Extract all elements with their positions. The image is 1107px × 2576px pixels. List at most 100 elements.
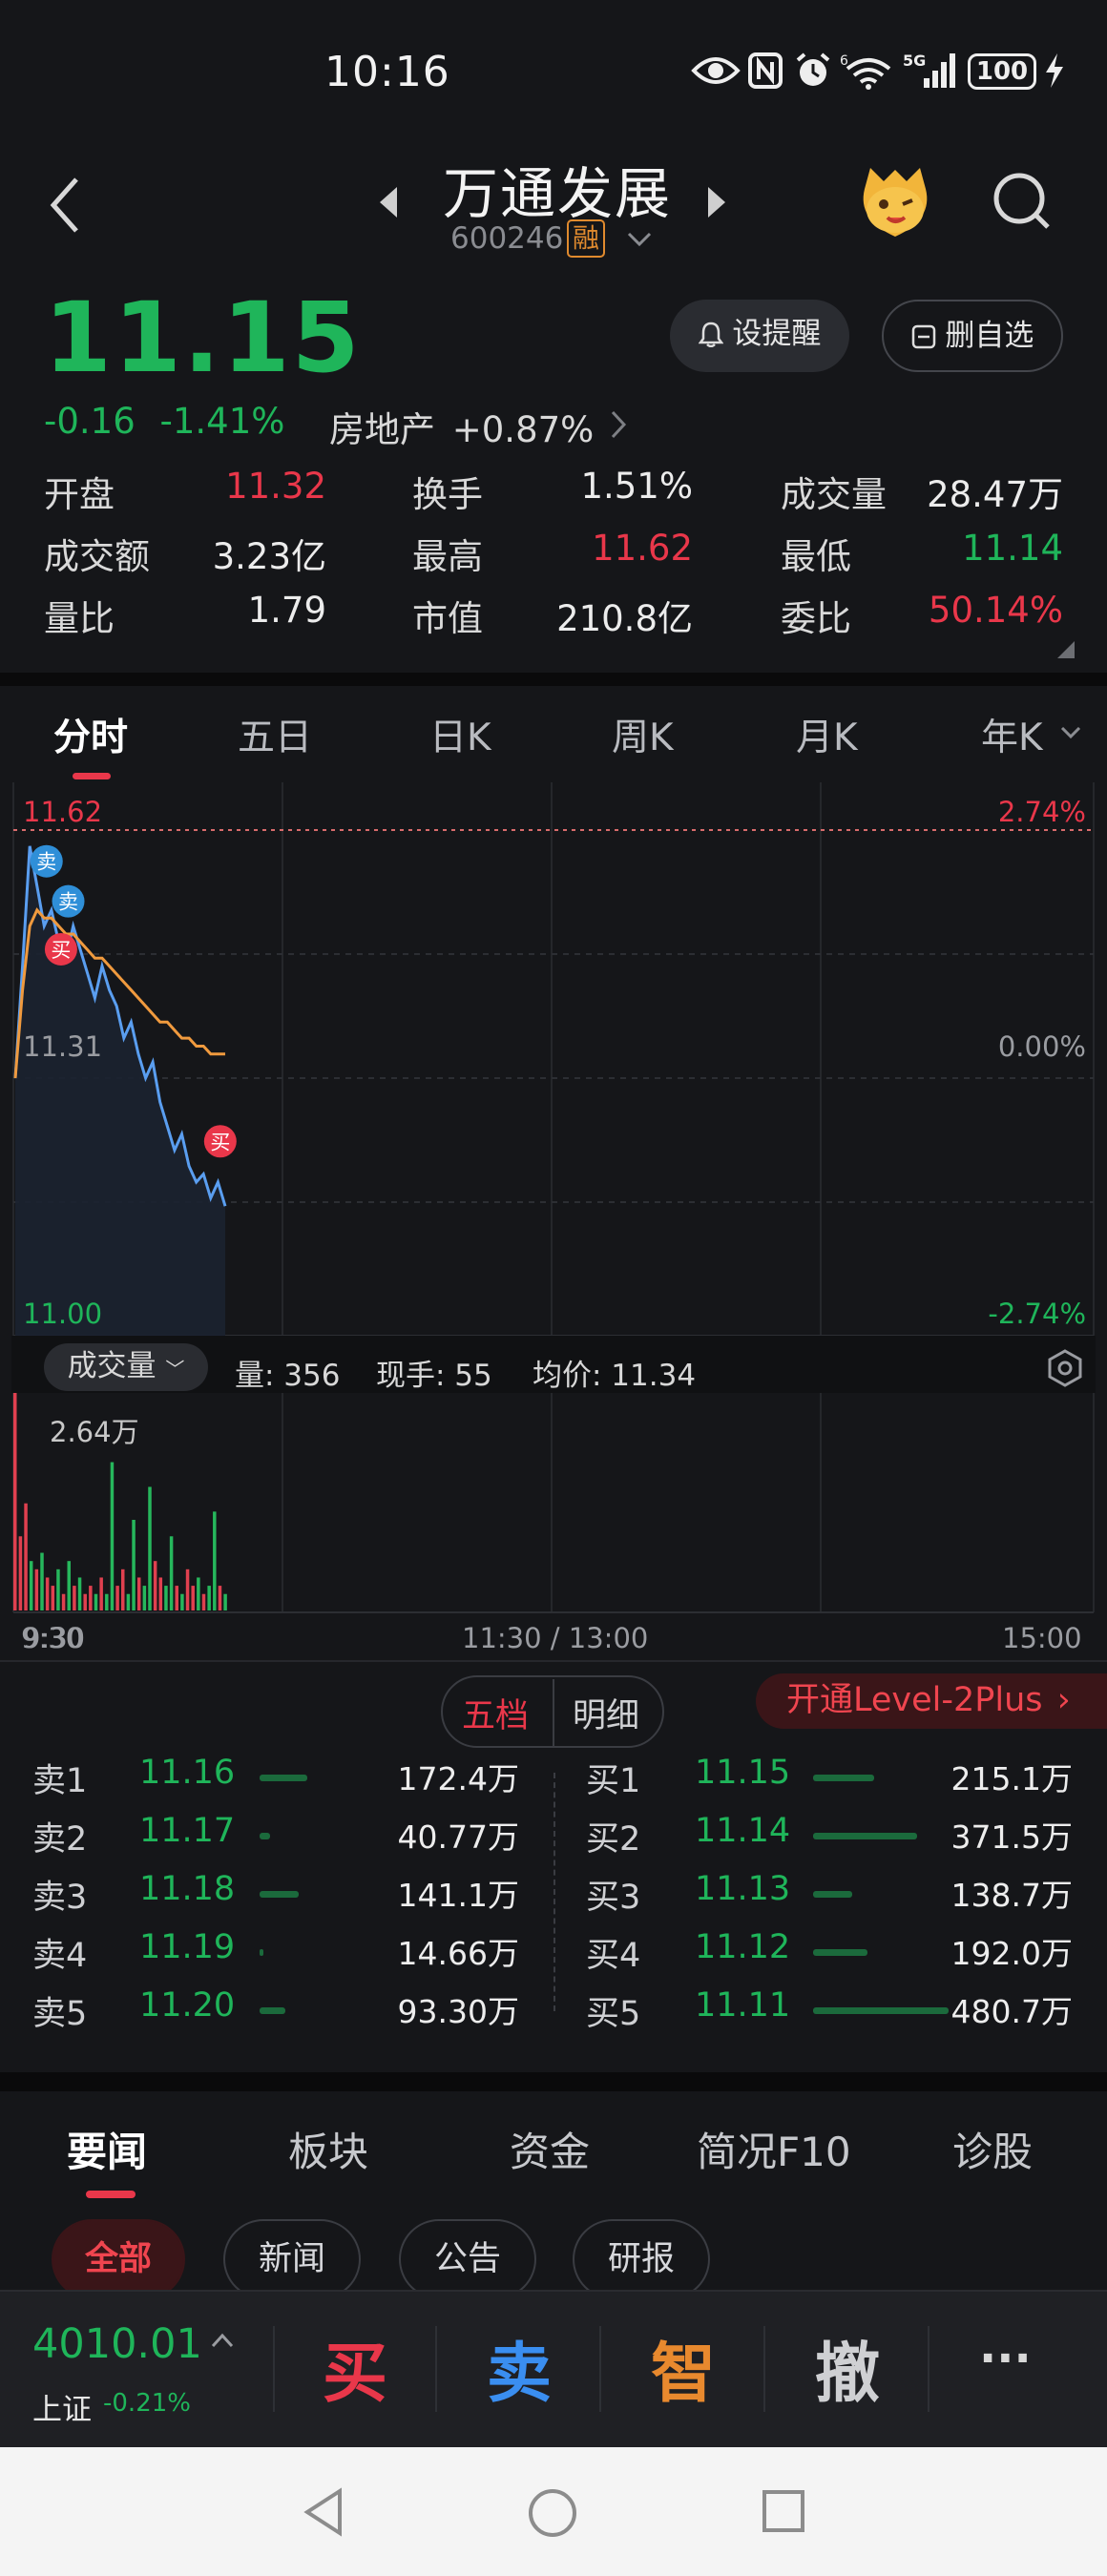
volume-bar — [158, 1577, 163, 1610]
tab-detail[interactable]: 明细 — [573, 1689, 639, 1737]
buy-level-price[interactable]: 11.12 — [695, 1928, 790, 1966]
nav-recents-icon[interactable] — [762, 2489, 805, 2533]
volume-bar — [169, 1536, 174, 1610]
time-label-midday: 11:30 / 13:00 — [462, 1622, 649, 1654]
sector-link[interactable]: 房地产 +0.87% — [329, 401, 594, 452]
chip-research[interactable]: 研报 — [573, 2219, 710, 2299]
volume-bar — [105, 1593, 109, 1610]
settings-hex-icon[interactable] — [1046, 1349, 1084, 1387]
stat-open-label: 开盘 — [44, 474, 115, 515]
set-alert-button[interactable]: 设提醒 — [670, 300, 849, 372]
sell-level-price[interactable]: 11.19 — [139, 1928, 235, 1966]
next-stock-arrow-icon[interactable] — [704, 183, 729, 221]
tab-year-k[interactable]: 年K — [981, 708, 1043, 761]
more-button[interactable]: ··· — [979, 2332, 1032, 2385]
volume-bar — [34, 1568, 39, 1610]
volume-bar — [110, 1462, 115, 1610]
chevron-up-icon[interactable] — [210, 2332, 235, 2349]
buy-level-volume: 480.7万 — [950, 1993, 1073, 2030]
tab-diagnosis[interactable]: 诊股 — [952, 2120, 1033, 2178]
stat-volratio-value: 1.79 — [247, 590, 326, 631]
sell-level-label: 卖3 — [32, 1879, 88, 1917]
wifi-icon: 6 — [840, 53, 891, 90]
volume-bar — [213, 1511, 217, 1610]
tab-month-k[interactable]: 月K — [796, 708, 858, 761]
orderbook-tab-separator — [553, 1679, 554, 1746]
buy-level-price[interactable]: 11.13 — [695, 1870, 790, 1908]
system-nav-bar — [0, 2447, 1107, 2576]
price-axis-bottom: 11.00 — [23, 1298, 103, 1330]
stat-orderratio-value: 50.14% — [928, 590, 1063, 631]
volume-hand: 现手: 55 — [376, 1359, 492, 1393]
remove-watchlist-label: 删自选 — [945, 319, 1034, 353]
sell-level-price[interactable]: 11.16 — [139, 1754, 235, 1792]
tab-funds[interactable]: 资金 — [510, 2120, 590, 2178]
buy-level-price[interactable]: 11.15 — [695, 1754, 790, 1792]
volume-dropdown-label: 成交量 — [67, 1349, 157, 1383]
chip-news[interactable]: 新闻 — [223, 2219, 361, 2299]
volume-bar — [115, 1586, 119, 1610]
index-value[interactable]: 4010.01 — [32, 2320, 202, 2368]
set-alert-label: 设提醒 — [732, 317, 822, 351]
sell-level-volume: 141.1万 — [397, 1877, 519, 1914]
stat-orderratio-label: 委比 — [781, 598, 851, 639]
back-arrow-icon[interactable] — [46, 172, 84, 239]
trade-marker-label: 卖 — [58, 891, 78, 914]
intraday-chart[interactable]: 卖卖买买 11.62 11.31 11.00 2.74% 0.00% -2.74… — [0, 782, 1107, 1654]
level2-upgrade-button[interactable]: 开通Level-2Plus › — [756, 1673, 1107, 1729]
sell-level-volume: 172.4万 — [397, 1760, 519, 1797]
chevron-right-icon[interactable] — [609, 408, 628, 441]
tab-sector[interactable]: 板块 — [288, 2120, 368, 2178]
volume-bar — [223, 1593, 227, 1610]
pct-axis-mid: 0.00% — [997, 1030, 1086, 1063]
sector-change: +0.87% — [451, 409, 595, 450]
volume-bar — [73, 1586, 76, 1610]
chip-all[interactable]: 全部 — [52, 2219, 185, 2299]
buy-level-price[interactable]: 11.14 — [695, 1812, 790, 1850]
chip-announcements[interactable]: 公告 — [399, 2219, 536, 2299]
volume-bar — [197, 1577, 200, 1610]
volume-bar — [132, 1520, 136, 1610]
volume-bar — [153, 1561, 157, 1610]
sell-level-price[interactable]: 11.20 — [139, 1986, 235, 2025]
tab-day-k[interactable]: 日K — [429, 708, 491, 761]
sell-level-label: 卖4 — [32, 1937, 88, 1975]
search-icon[interactable] — [989, 168, 1055, 235]
bar-separator — [928, 2326, 929, 2412]
smart-button[interactable]: 智 — [651, 2320, 716, 2415]
tab-headlines[interactable]: 要闻 — [67, 2120, 147, 2178]
signal-icon: 5G — [903, 52, 955, 88]
volume-avg-price: 均价: 11.34 — [533, 1359, 697, 1393]
buy-level-price[interactable]: 11.11 — [695, 1986, 790, 2025]
tab-f10[interactable]: 简况F10 — [697, 2120, 851, 2178]
volume-bar — [56, 1568, 60, 1610]
expand-corner-icon[interactable] — [1057, 641, 1075, 658]
volume-bar — [201, 1593, 206, 1610]
prev-stock-arrow-icon[interactable] — [376, 183, 401, 221]
nav-back-icon[interactable] — [302, 2487, 344, 2537]
stat-volume-label: 成交量 — [781, 474, 887, 515]
tab-week-k[interactable]: 周K — [612, 708, 674, 761]
bar-separator — [599, 2326, 601, 2412]
sell-button[interactable]: 卖 — [487, 2320, 552, 2415]
tab-five-levels[interactable]: 五档 — [462, 1689, 529, 1737]
nav-home-icon[interactable] — [527, 2487, 578, 2539]
sell-level-price[interactable]: 11.17 — [139, 1812, 235, 1850]
remove-watchlist-button[interactable]: 删自选 — [882, 300, 1063, 372]
stock-name: 万通发展 — [443, 161, 673, 226]
chevron-down-icon[interactable] — [626, 231, 653, 248]
volume-bar — [148, 1486, 152, 1610]
buy-button[interactable]: 买 — [323, 2320, 387, 2415]
volume-bar — [126, 1593, 131, 1610]
sell-level-price[interactable]: 11.18 — [139, 1870, 235, 1908]
cancel-order-button[interactable]: 撤 — [815, 2320, 880, 2415]
tab-five-day[interactable]: 五日 — [238, 708, 312, 761]
chevron-down-icon[interactable] — [1059, 725, 1082, 740]
level2-label: 开通Level-2Plus — [786, 1681, 1043, 1719]
volume-indicator-dropdown[interactable]: 成交量 ﹀ — [44, 1343, 208, 1391]
volume-bar — [175, 1586, 178, 1610]
mascot-avatar-icon[interactable] — [855, 162, 935, 242]
tab-intraday[interactable]: 分时 — [53, 708, 128, 761]
intraday-chart-svg[interactable]: 卖卖买买 — [0, 782, 1107, 1622]
volume-bar — [51, 1586, 55, 1610]
